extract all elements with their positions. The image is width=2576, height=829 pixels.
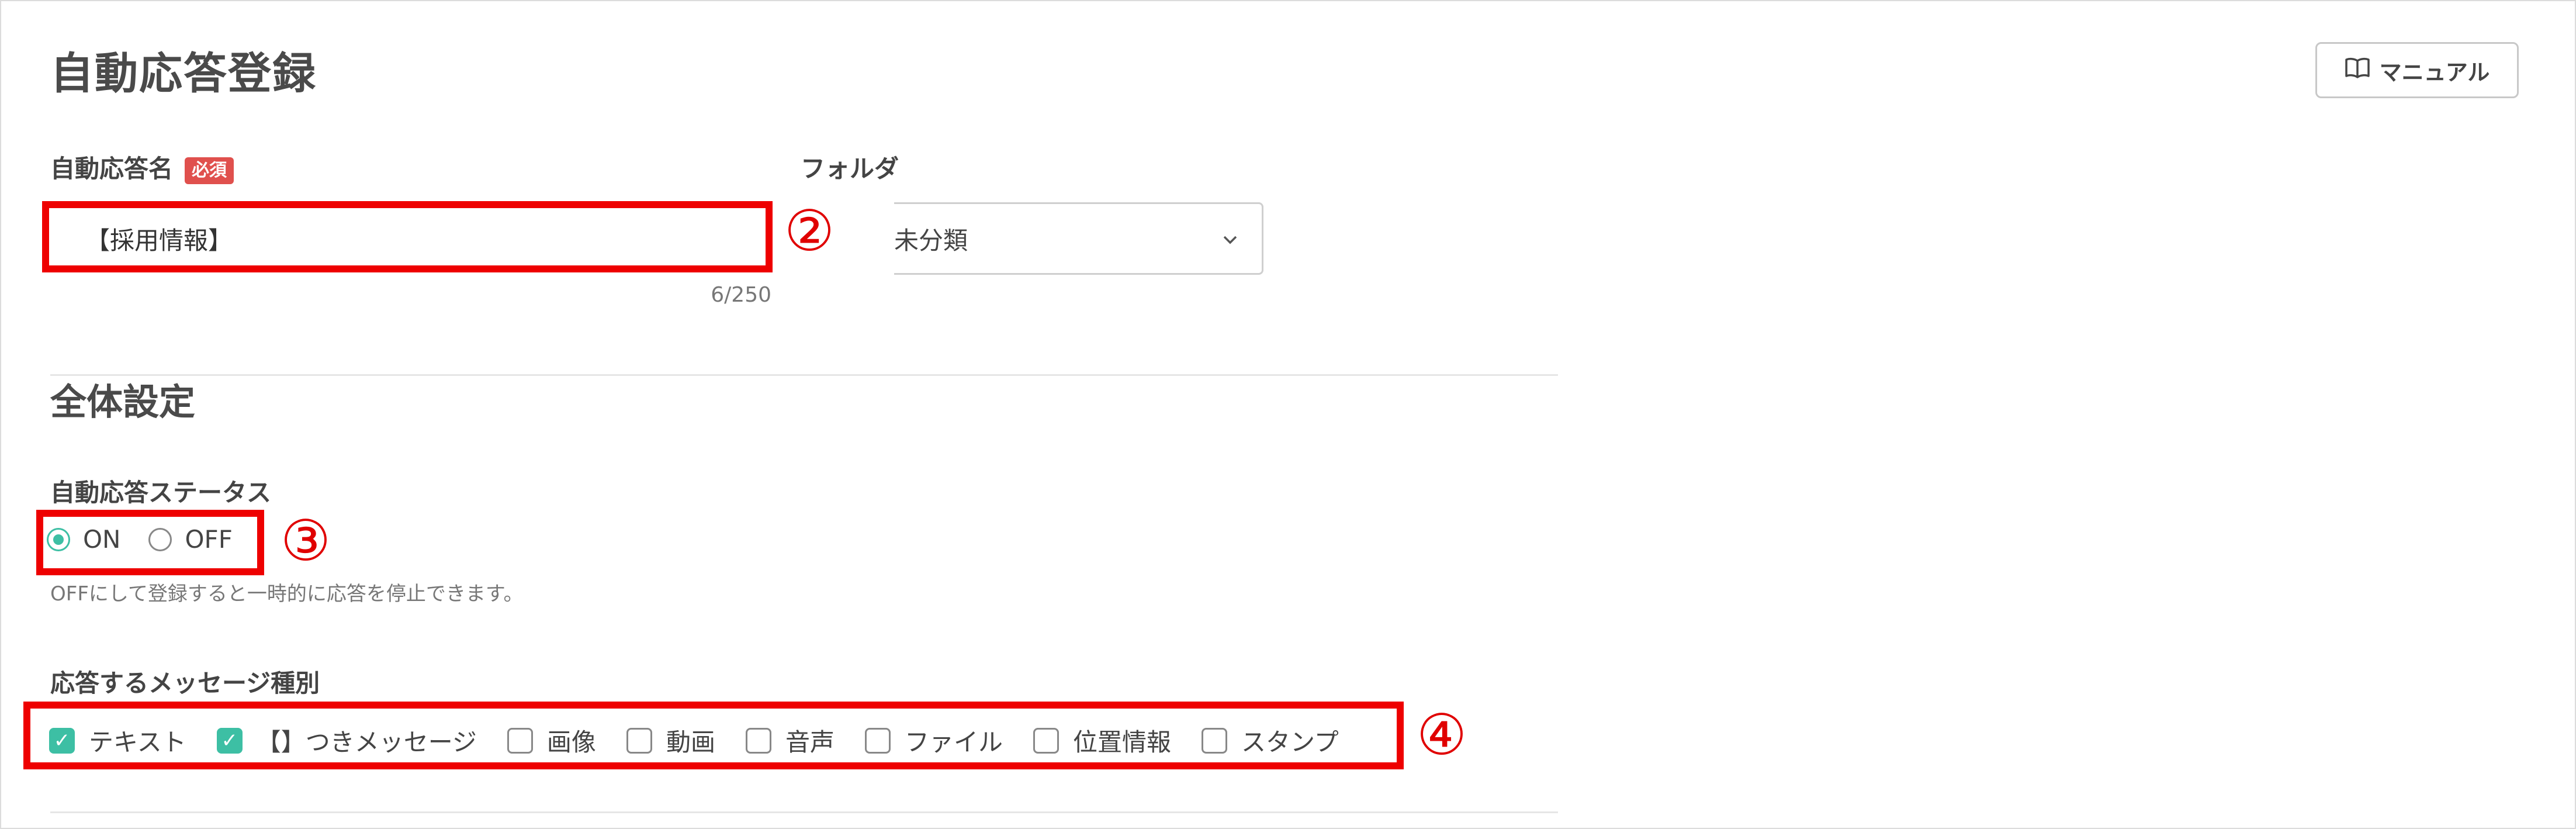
chevron-down-icon: [1222, 227, 1238, 250]
folder-select-value: 未分類: [894, 226, 968, 255]
checkbox-sticker[interactable]: スタンプ: [1202, 723, 1339, 758]
required-badge: 必須: [185, 157, 234, 184]
radio-selected-icon: [47, 527, 70, 551]
annotation-marker-3: ③: [281, 508, 331, 574]
message-types-label: 応答するメッセージ種別: [50, 669, 320, 697]
name-char-counter: 6/250: [711, 283, 771, 307]
folder-select[interactable]: 未分類: [894, 202, 1263, 275]
status-radio-off[interactable]: OFF: [148, 525, 233, 554]
checkbox-text[interactable]: ✓ テキスト: [49, 723, 186, 758]
name-label: 自動応答名: [50, 154, 174, 183]
message-types-checkbox-group: ✓ テキスト ✓ 【】つきメッセージ 画像 動画 音声 ファイル 位置情報 スタ…: [49, 723, 1369, 758]
checkbox-bracket-message-label: 【】つきメッセージ: [256, 728, 477, 757]
checkbox-empty-icon: [1033, 727, 1059, 754]
radio-unselected-icon: [148, 527, 172, 551]
checkbox-image-label: 画像: [546, 728, 596, 757]
annotation-marker-4: ④: [1417, 702, 1467, 768]
checkbox-file[interactable]: ファイル: [864, 723, 1003, 758]
folder-label: フォルダ: [801, 154, 899, 183]
status-label: 自動応答ステータス: [50, 478, 272, 507]
status-radio-on-label: ON: [83, 525, 121, 554]
checkbox-audio[interactable]: 音声: [745, 723, 835, 758]
manual-button[interactable]: マニュアル: [2315, 42, 2519, 98]
section-title-overall: 全体設定: [50, 381, 196, 423]
status-radio-off-label: OFF: [185, 525, 233, 554]
checkbox-location-label: 位置情報: [1072, 728, 1171, 757]
checkbox-video-label: 動画: [666, 728, 715, 757]
checkbox-empty-icon: [1202, 727, 1227, 754]
annotation-box-2: [42, 201, 773, 272]
status-radio-on[interactable]: ON: [47, 525, 120, 554]
book-icon: [2345, 57, 2370, 84]
status-radio-group: ON OFF: [47, 525, 261, 554]
checkbox-image[interactable]: 画像: [507, 723, 596, 758]
checkbox-empty-icon: [864, 727, 891, 754]
page-title: 自動応答登録: [50, 49, 317, 99]
check-icon: ✓: [216, 727, 243, 754]
checkbox-video[interactable]: 動画: [626, 723, 715, 758]
check-icon: ✓: [49, 727, 75, 754]
checkbox-audio-label: 音声: [785, 728, 835, 757]
checkbox-location[interactable]: 位置情報: [1033, 723, 1171, 758]
checkbox-bracket-message[interactable]: ✓ 【】つきメッセージ: [216, 723, 477, 758]
section-divider-bottom: [50, 811, 1558, 813]
checkbox-empty-icon: [626, 727, 652, 754]
name-label-group: 自動応答名 必須: [50, 153, 234, 185]
checkbox-file-label: ファイル: [904, 728, 1003, 757]
checkbox-empty-icon: [745, 727, 771, 754]
checkbox-sticker-label: スタンプ: [1241, 728, 1339, 757]
status-hint: OFFにして登録すると一時的に応答を停止できます。: [50, 582, 524, 606]
section-divider: [50, 374, 1558, 376]
annotation-marker-2: ②: [784, 198, 835, 264]
checkbox-text-label: テキスト: [89, 728, 186, 757]
manual-button-label: マニュアル: [2379, 59, 2490, 85]
checkbox-empty-icon: [507, 727, 533, 754]
